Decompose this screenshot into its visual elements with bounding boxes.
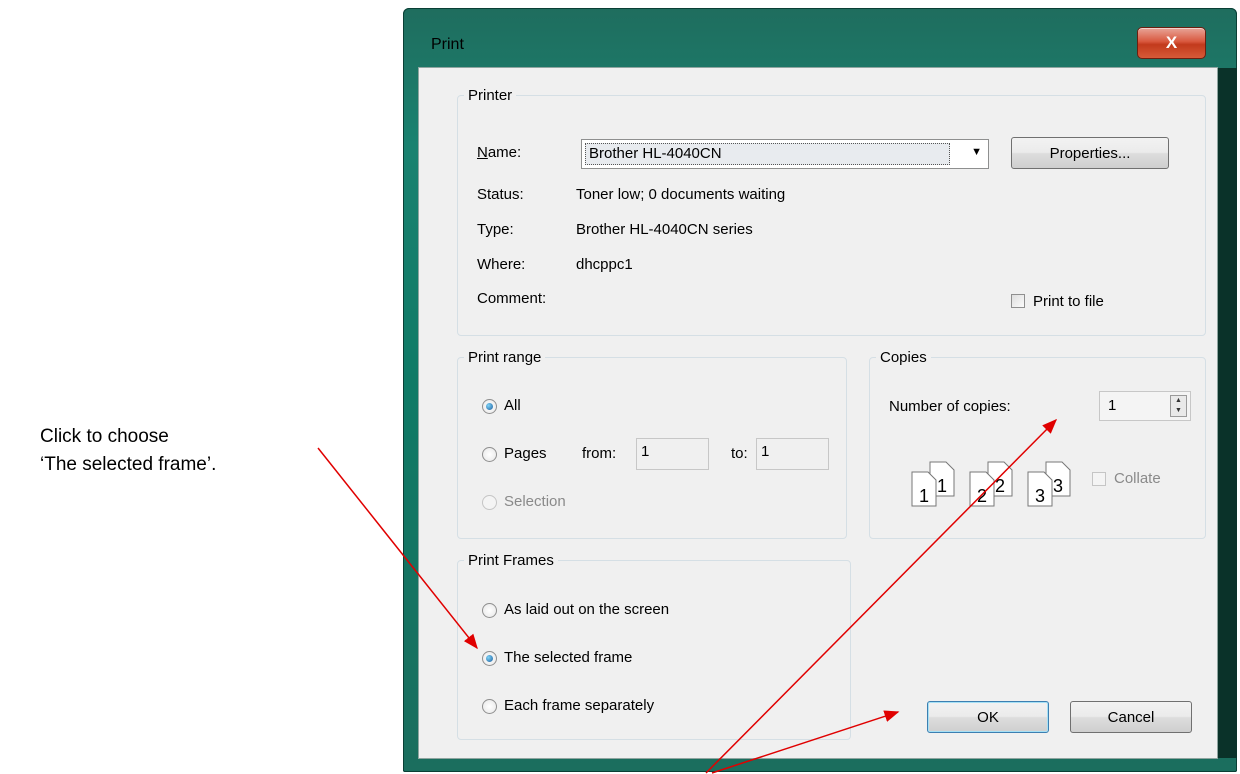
where-label: Where: [477, 256, 526, 273]
where-value: dhcppc1 [576, 256, 633, 273]
page-number-label: 2 [995, 476, 1005, 496]
status-value: Toner low; 0 documents waiting [576, 186, 786, 203]
print-to-file-label: Print to file [1033, 293, 1104, 310]
close-icon: X [1165, 33, 1178, 52]
printer-name-select[interactable]: Brother HL-4040CN ▼ [581, 139, 989, 169]
status-label: Status: [477, 186, 524, 203]
ok-button-label: OK [977, 708, 999, 726]
ok-button[interactable]: OK [927, 701, 1049, 733]
type-value: Brother HL-4040CN series [576, 221, 753, 238]
annotation-caption: Click to choose ‘The selected frame’. [40, 423, 216, 479]
to-field[interactable]: 1 [756, 438, 829, 470]
collate-label: Collate [1114, 470, 1161, 487]
collate-checkbox[interactable] [1092, 472, 1106, 486]
copies-group-label: Copies [880, 349, 927, 366]
all-label: All [504, 397, 521, 414]
type-label: Type: [477, 221, 514, 238]
window-title: Print [431, 36, 464, 53]
close-button[interactable]: X [1137, 27, 1206, 59]
printer-name-value: Brother HL-4040CN [585, 143, 950, 165]
copies-value: 1 [1108, 397, 1117, 414]
page-number-label: 1 [919, 486, 929, 506]
selection-label: Selection [504, 493, 566, 510]
print-frames-radio-0[interactable] [482, 603, 497, 618]
page-number-label: 1 [937, 476, 947, 496]
copies-spinner[interactable]: 1 ▲ ▼ [1099, 391, 1191, 421]
pages-label: Pages [504, 445, 547, 462]
print-frames-label-2: Each frame separately [504, 697, 655, 714]
page-number-label: 2 [977, 486, 987, 506]
cancel-button-label: Cancel [1107, 708, 1155, 726]
comment-label: Comment: [477, 290, 547, 307]
all-radio[interactable] [482, 399, 497, 414]
print-frames-group-label: Print Frames [468, 552, 554, 569]
print-frames-radio-2[interactable] [482, 699, 497, 714]
collate-pages-icon: 11 22 33 [911, 461, 1071, 507]
caption-line-1: Click to choose [40, 426, 169, 447]
background-strip [1217, 68, 1237, 758]
chevron-down-icon[interactable]: ▼ [971, 146, 982, 158]
print-frames-label-1: The selected frame [504, 649, 633, 666]
name-label: Name: [477, 144, 522, 161]
print-to-file-checkbox[interactable] [1011, 294, 1025, 308]
page-number-label: 3 [1053, 476, 1063, 496]
print-range-group-label: Print range [468, 349, 542, 366]
print-dialog-window: Print X Printer Name: Brother HL-4040CN … [403, 8, 1237, 772]
print-frames-label-0: As laid out on the screen [504, 601, 670, 618]
selection-radio[interactable] [482, 495, 497, 510]
cancel-button[interactable]: Cancel [1070, 701, 1192, 733]
to-label: to: [731, 445, 748, 462]
print-frames-radio-1[interactable] [482, 651, 497, 666]
page-number-label: 3 [1035, 486, 1045, 506]
number-of-copies-label: Number of copies: [889, 398, 1011, 415]
pages-radio[interactable] [482, 447, 497, 462]
printer-group-label: Printer [468, 87, 513, 104]
from-label: from: [582, 445, 617, 462]
spinner-arrows-icon[interactable]: ▲ ▼ [1170, 395, 1187, 417]
dialog-client-area: Printer Name: Brother HL-4040CN ▼ Proper… [418, 67, 1218, 759]
caption-line-2: ‘The selected frame’. [40, 454, 217, 475]
from-field[interactable]: 1 [636, 438, 709, 470]
properties-button[interactable]: Properties... [1011, 137, 1169, 169]
properties-button-label: Properties... [1049, 144, 1131, 162]
